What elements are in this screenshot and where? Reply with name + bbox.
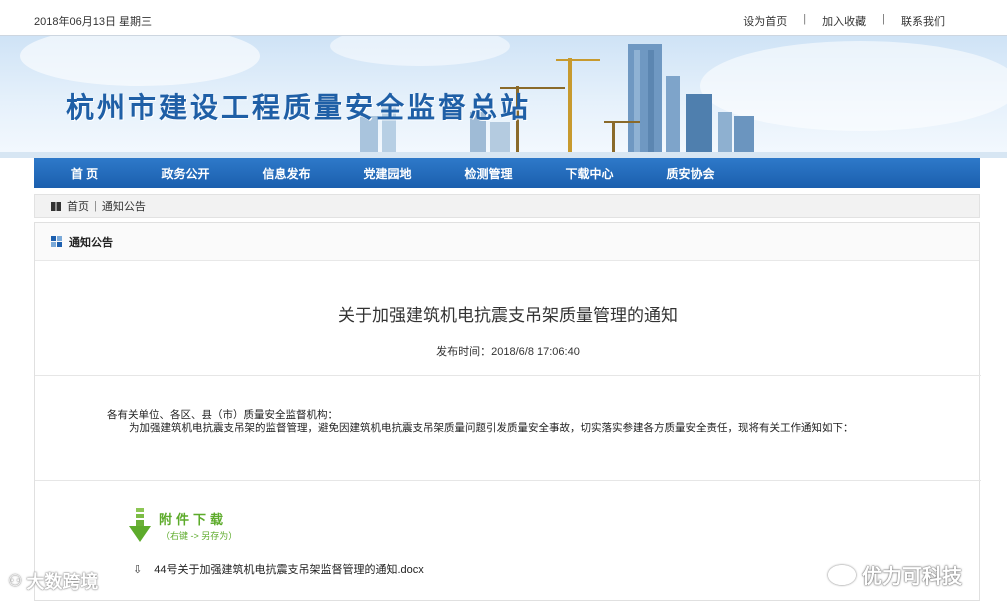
attachment-title: 附件下载 bbox=[159, 512, 228, 527]
current-date: 2018年06月13日 星期三 bbox=[34, 16, 152, 28]
attachment-file-link[interactable]: ⇩ 44号关于加强建筑机电抗震支吊架监督管理的通知.docx bbox=[133, 561, 424, 577]
watermark-left-text: 大数跨境 bbox=[26, 572, 99, 592]
divider bbox=[35, 375, 981, 376]
publish-time: 发布时间：2018/6/8 17:06:40 bbox=[436, 346, 580, 358]
nav-item-home[interactable]: 首 页 bbox=[34, 165, 135, 182]
nav-item-testing-management[interactable]: 检测管理 bbox=[438, 165, 539, 182]
watermark-right: 优力可科技 bbox=[828, 560, 962, 589]
breadcrumb-separator: | bbox=[94, 200, 97, 212]
download-icon: ⇩ bbox=[133, 563, 143, 576]
watermark-right-text: 优力可科技 bbox=[862, 566, 962, 588]
wechat-icon bbox=[828, 564, 856, 585]
top-bar: 2018年06月13日 星期三 设为首页 | 加入收藏 | 联系我们 bbox=[0, 0, 1007, 36]
breadcrumb-current[interactable]: 通知公告 bbox=[102, 198, 146, 214]
top-links: 设为首页 | 加入收藏 | 联系我们 bbox=[727, 13, 961, 29]
add-favorite-link[interactable]: 加入收藏 bbox=[806, 13, 882, 29]
set-homepage-link[interactable]: 设为首页 bbox=[727, 13, 803, 29]
attachment-hint: （右键 -> 另存为） bbox=[161, 531, 238, 541]
main-nav: 首 页 政务公开 信息发布 党建园地 检测管理 下载中心 质安协会 bbox=[34, 158, 980, 188]
article-title: 关于加强建筑机电抗震支吊架质量管理的通知 bbox=[338, 306, 678, 325]
contact-us-link[interactable]: 联系我们 bbox=[885, 13, 961, 29]
watermark-logo-icon: ⚇ bbox=[8, 573, 23, 590]
nav-item-download-center[interactable]: 下载中心 bbox=[539, 165, 640, 182]
nav-item-party-building[interactable]: 党建园地 bbox=[337, 165, 438, 182]
download-arrow-icon bbox=[129, 508, 151, 542]
article-salutation: 各有关单位、各区、县（市）质量安全监督机构： bbox=[107, 409, 338, 421]
section-icon bbox=[51, 235, 63, 248]
attachment-file-name[interactable]: 44号关于加强建筑机电抗震支吊架监督管理的通知.docx bbox=[154, 561, 424, 577]
breadcrumb-home-link[interactable]: 首页 bbox=[67, 198, 89, 214]
nav-item-safety-association[interactable]: 质安协会 bbox=[640, 165, 741, 182]
article-paragraph: 为加强建筑机电抗震支吊架的监督管理，避免因建筑机电抗震支吊架质量问题引发质量安全… bbox=[129, 422, 854, 434]
breadcrumb: 首页 | 通知公告 bbox=[34, 194, 980, 218]
article-body: 各有关单位、各区、县（市）质量安全监督机构： 为加强建筑机电抗震支吊架的监督管理… bbox=[107, 409, 917, 435]
panel-heading: 通知公告 bbox=[69, 236, 113, 249]
grid-icon bbox=[51, 201, 61, 211]
content-panel: 通知公告 关于加强建筑机电抗震支吊架质量管理的通知 发布时间：2018/6/8 … bbox=[34, 222, 981, 601]
site-title: 杭州市建设工程质量安全监督总站 bbox=[66, 91, 532, 124]
divider bbox=[35, 480, 981, 481]
watermark-left: ⚇ 大数跨境 bbox=[8, 568, 98, 594]
nav-item-information[interactable]: 信息发布 bbox=[236, 165, 337, 182]
nav-item-government-affairs[interactable]: 政务公开 bbox=[135, 165, 236, 182]
panel-header: 通知公告 bbox=[35, 223, 979, 261]
header-banner: 杭州市建设工程质量安全监督总站 bbox=[0, 36, 1007, 158]
